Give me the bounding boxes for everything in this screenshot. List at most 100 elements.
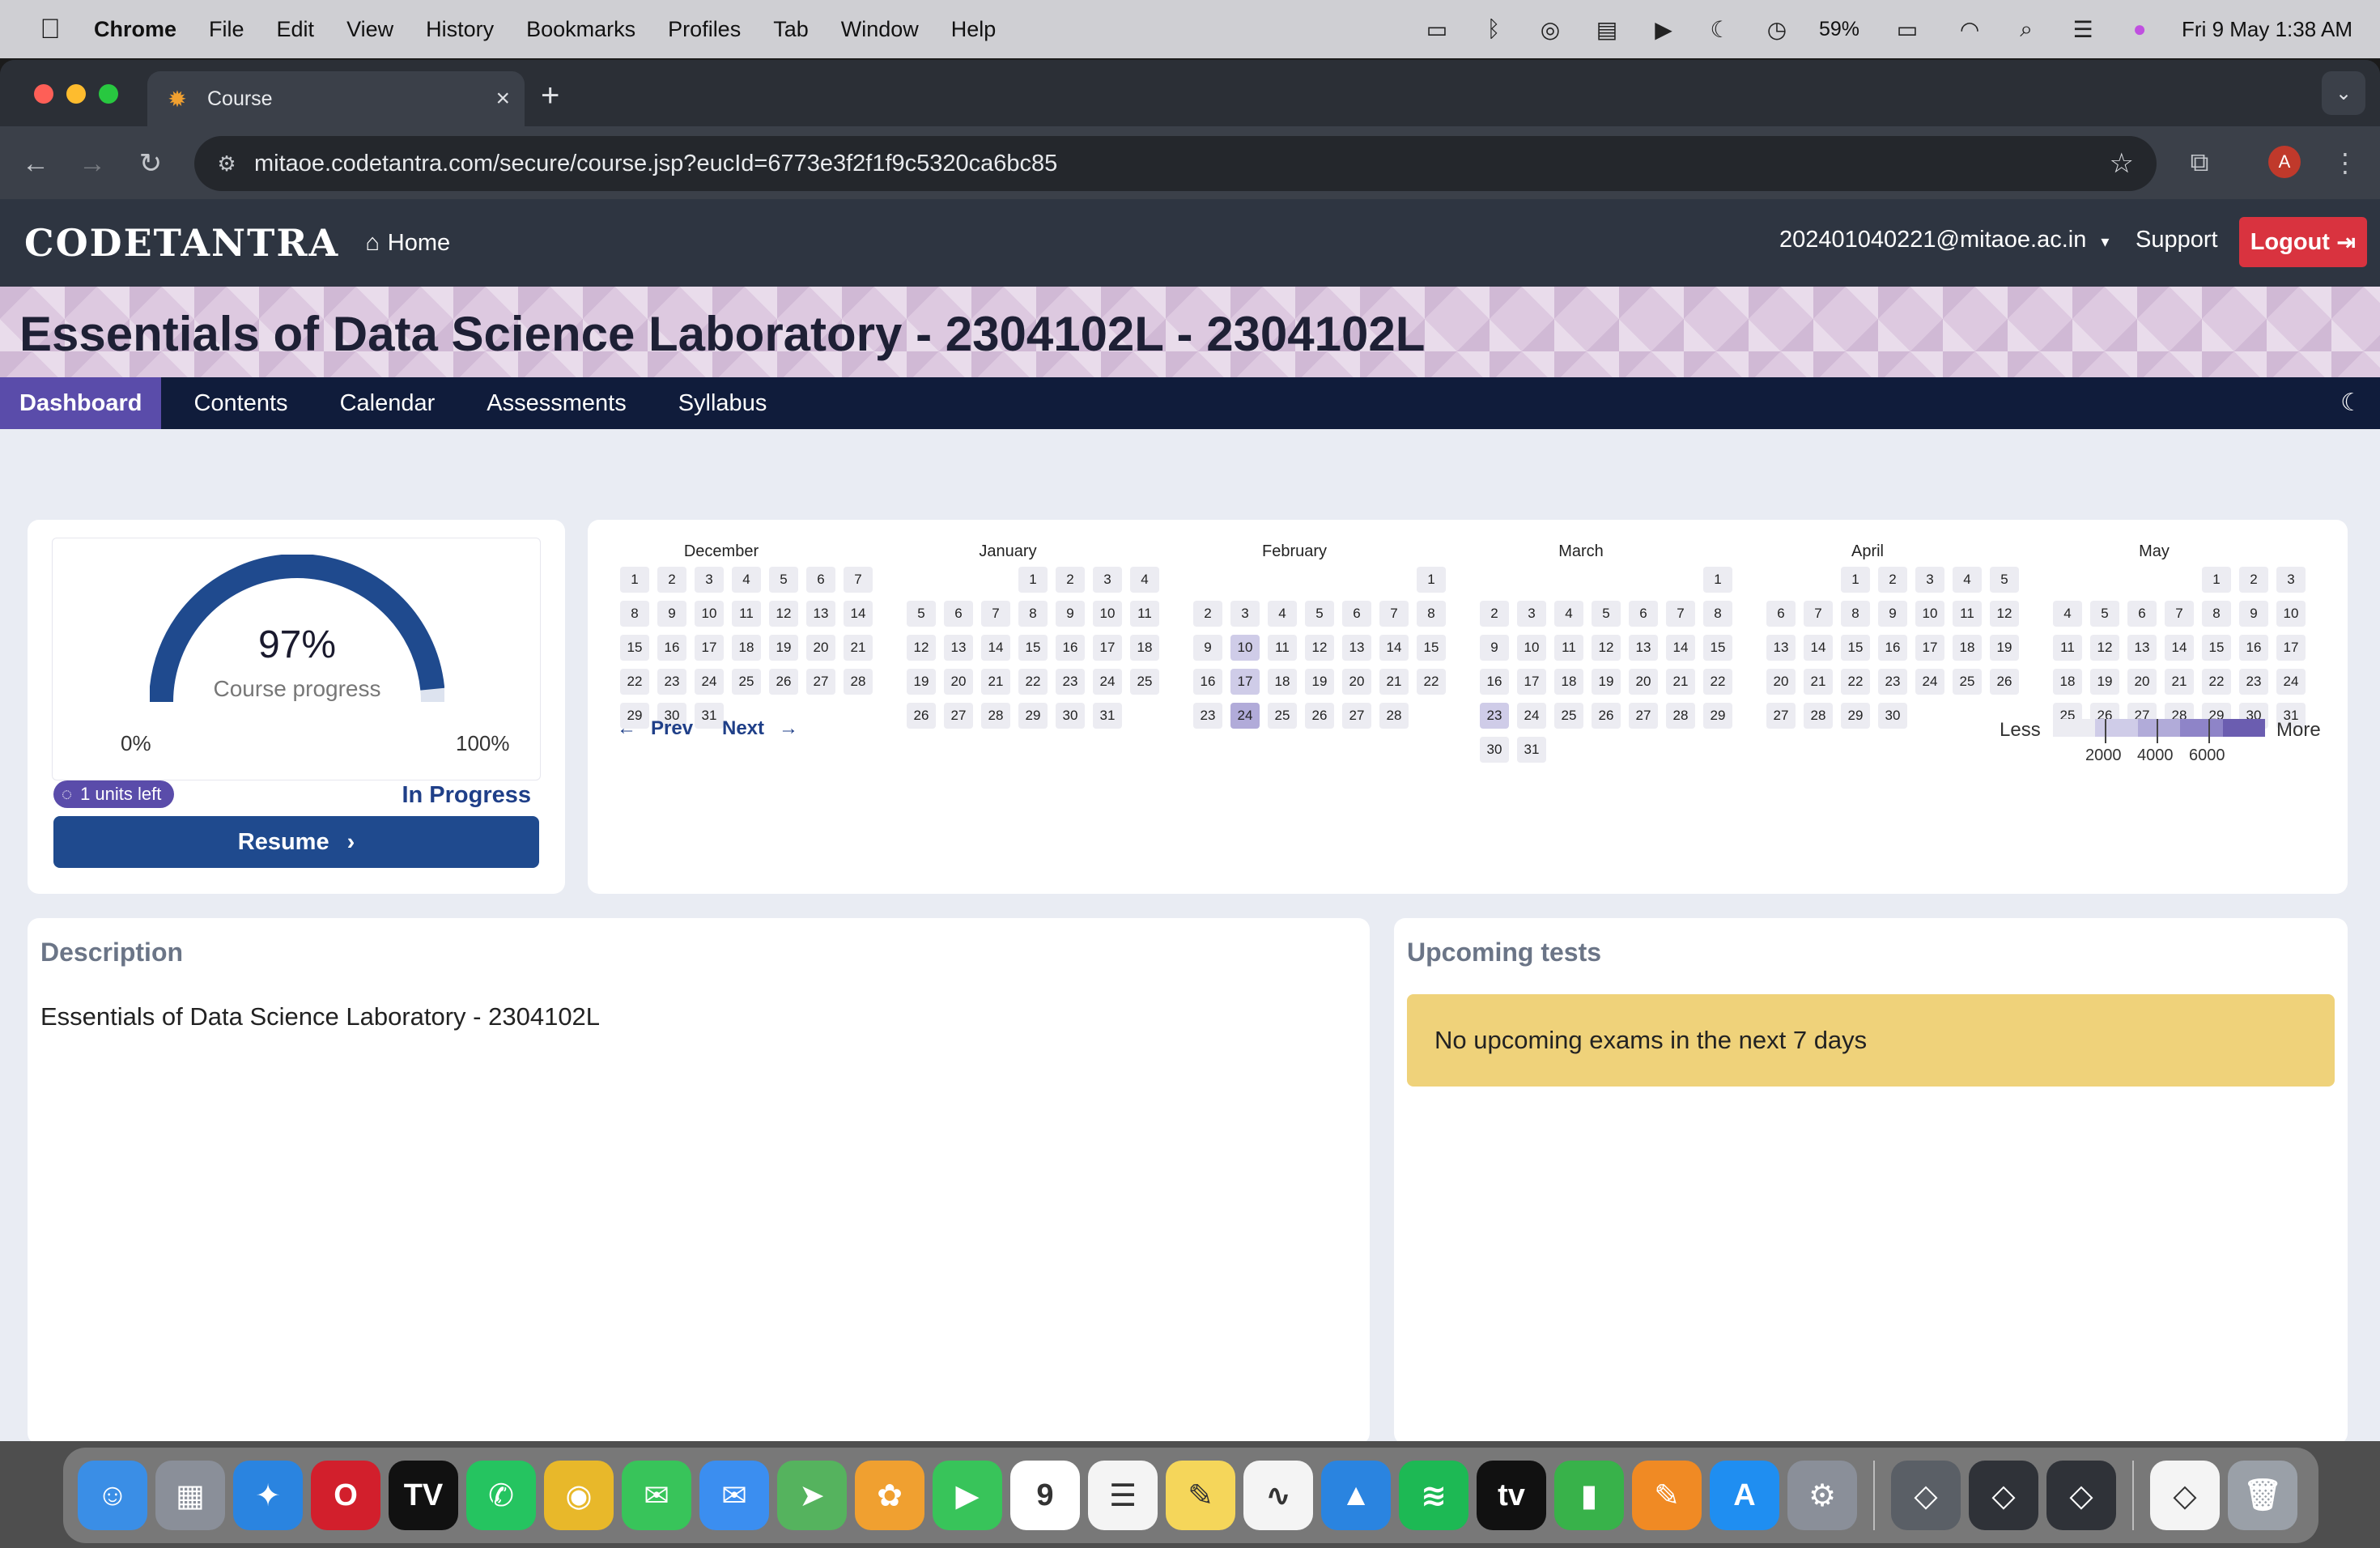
heatmap-day[interactable]: 15: [620, 635, 649, 661]
address-bar[interactable]: ⚙ mitaoe.codetantra.com/secure/course.js…: [194, 136, 2157, 191]
heatmap-day[interactable]: 5: [907, 601, 936, 627]
heatmap-day[interactable]: 10: [1517, 635, 1546, 661]
reload-icon[interactable]: ↻: [133, 146, 168, 181]
heatmap-day[interactable]: 27: [1342, 703, 1371, 729]
heatmap-day[interactable]: 22: [1703, 669, 1732, 695]
spotify-icon[interactable]: ≋: [1399, 1461, 1468, 1530]
photos-icon[interactable]: ✿: [855, 1461, 924, 1530]
chrome-menu-icon[interactable]: ⋮: [2327, 144, 2364, 181]
heatmap-day[interactable]: 12: [769, 601, 798, 627]
heatmap-day[interactable]: 7: [981, 601, 1010, 627]
heatmap-day[interactable]: 16: [1480, 669, 1509, 695]
numbers-icon[interactable]: ▮: [1554, 1461, 1624, 1530]
launchpad-icon[interactable]: ▦: [155, 1461, 225, 1530]
heatmap-day[interactable]: 9: [657, 601, 686, 627]
menu-bookmarks[interactable]: Bookmarks: [526, 17, 635, 42]
heatmap-day[interactable]: 21: [844, 635, 873, 661]
tab-dashboard[interactable]: Dashboard: [0, 377, 162, 429]
logout-button[interactable]: Logout ⇥: [2239, 217, 2367, 267]
heatmap-day[interactable]: 2: [1056, 567, 1085, 593]
heatmap-day[interactable]: 8: [1703, 601, 1732, 627]
heatmap-day[interactable]: 11: [2053, 635, 2082, 661]
heatmap-day[interactable]: 4: [2053, 601, 2082, 627]
heatmap-day[interactable]: 20: [1342, 669, 1371, 695]
heatmap-day[interactable]: 16: [1193, 669, 1222, 695]
heatmap-day[interactable]: 2: [657, 567, 686, 593]
heatmap-day[interactable]: 24: [1093, 669, 1122, 695]
heatmap-day[interactable]: 28: [1379, 703, 1409, 729]
heatmap-day[interactable]: 7: [2165, 601, 2194, 627]
heatmap-day[interactable]: 14: [844, 601, 873, 627]
heatmap-day[interactable]: 7: [844, 567, 873, 593]
heatmap-day[interactable]: 12: [1592, 635, 1621, 661]
heatmap-day[interactable]: 18: [1268, 669, 1297, 695]
codetantra-logo[interactable]: CODETANTRA: [24, 221, 339, 265]
heatmap-day[interactable]: 11: [1554, 635, 1583, 661]
appstore-icon[interactable]: A: [1710, 1461, 1779, 1530]
heatmap-day[interactable]: 31: [1093, 703, 1122, 729]
heatmap-day[interactable]: 3: [2276, 567, 2306, 593]
heatmap-day[interactable]: 31: [695, 703, 724, 729]
heatmap-day[interactable]: 28: [1666, 703, 1695, 729]
heatmap-day[interactable]: 16: [657, 635, 686, 661]
heatmap-day[interactable]: 8: [1417, 601, 1446, 627]
unity-doc-icon[interactable]: ◇: [2150, 1461, 2220, 1530]
heatmap-day[interactable]: 12: [1305, 635, 1334, 661]
heatmap-day[interactable]: 23: [1193, 703, 1222, 729]
heatmap-day[interactable]: 22: [620, 669, 649, 695]
heatmap-day[interactable]: 10: [1230, 635, 1260, 661]
heatmap-day[interactable]: 9: [1878, 601, 1907, 627]
heatmap-day[interactable]: 9: [1480, 635, 1509, 661]
heatmap-day[interactable]: 8: [1018, 601, 1048, 627]
heatmap-day[interactable]: 14: [981, 635, 1010, 661]
facetime-icon[interactable]: ▶: [933, 1461, 1002, 1530]
heatmap-day[interactable]: 21: [1666, 669, 1695, 695]
heatmap-day[interactable]: 28: [1804, 703, 1833, 729]
heatmap-day[interactable]: 7: [1379, 601, 1409, 627]
extensions-puzzle-icon[interactable]: ⧉: [2181, 144, 2218, 181]
whatsapp-icon[interactable]: ✆: [466, 1461, 536, 1530]
heatmap-day[interactable]: 1: [620, 567, 649, 593]
heatmap-day[interactable]: 16: [2239, 635, 2268, 661]
heatmap-day[interactable]: 20: [1766, 669, 1796, 695]
heatmap-day[interactable]: 17: [1230, 669, 1260, 695]
heatmap-day[interactable]: 23: [1056, 669, 1085, 695]
heatmap-day[interactable]: 27: [1766, 703, 1796, 729]
url-text[interactable]: mitaoe.codetantra.com/secure/course.jsp?…: [254, 151, 1057, 177]
finder-icon[interactable]: ☺: [78, 1461, 147, 1530]
heatmap-day[interactable]: 13: [1342, 635, 1371, 661]
heatmap-day[interactable]: 18: [1554, 669, 1583, 695]
heatmap-day[interactable]: 19: [769, 635, 798, 661]
heatmap-day[interactable]: 3: [1230, 601, 1260, 627]
heatmap-day[interactable]: 10: [1093, 601, 1122, 627]
close-window-button[interactable]: [34, 84, 53, 104]
heatmap-day[interactable]: 29: [1841, 703, 1870, 729]
heatmap-day[interactable]: 11: [1953, 601, 1982, 627]
heatmap-day[interactable]: 17: [2276, 635, 2306, 661]
heatmap-day[interactable]: 19: [1592, 669, 1621, 695]
heatmap-day[interactable]: 21: [2165, 669, 2194, 695]
heatmap-day[interactable]: 10: [1915, 601, 1944, 627]
heatmap-day[interactable]: 1: [1841, 567, 1870, 593]
heatmap-day[interactable]: 31: [1517, 737, 1546, 763]
heatmap-day[interactable]: 15: [1417, 635, 1446, 661]
new-tab-icon[interactable]: +: [541, 78, 559, 114]
heatmap-day[interactable]: 21: [1379, 669, 1409, 695]
trash-icon[interactable]: 🗑: [2228, 1461, 2297, 1530]
pages-icon[interactable]: ✎: [1632, 1461, 1702, 1530]
heatmap-day[interactable]: 19: [1305, 669, 1334, 695]
heatmap-day[interactable]: 25: [1130, 669, 1159, 695]
menu-file[interactable]: File: [209, 17, 244, 42]
heatmap-day[interactable]: 5: [769, 567, 798, 593]
heatmap-day[interactable]: 17: [1093, 635, 1122, 661]
heatmap-day[interactable]: 22: [2202, 669, 2231, 695]
heatmap-day[interactable]: 3: [1915, 567, 1944, 593]
heatmap-day[interactable]: 15: [2202, 635, 2231, 661]
chrome-icon[interactable]: ◉: [544, 1461, 614, 1530]
heatmap-day[interactable]: 13: [806, 601, 835, 627]
heatmap-day[interactable]: 24: [1915, 669, 1944, 695]
heatmap-day[interactable]: 18: [1953, 635, 1982, 661]
heatmap-day[interactable]: 20: [2127, 669, 2157, 695]
freeform-icon[interactable]: ∿: [1243, 1461, 1313, 1530]
forward-arrow-icon[interactable]: →: [74, 146, 110, 181]
